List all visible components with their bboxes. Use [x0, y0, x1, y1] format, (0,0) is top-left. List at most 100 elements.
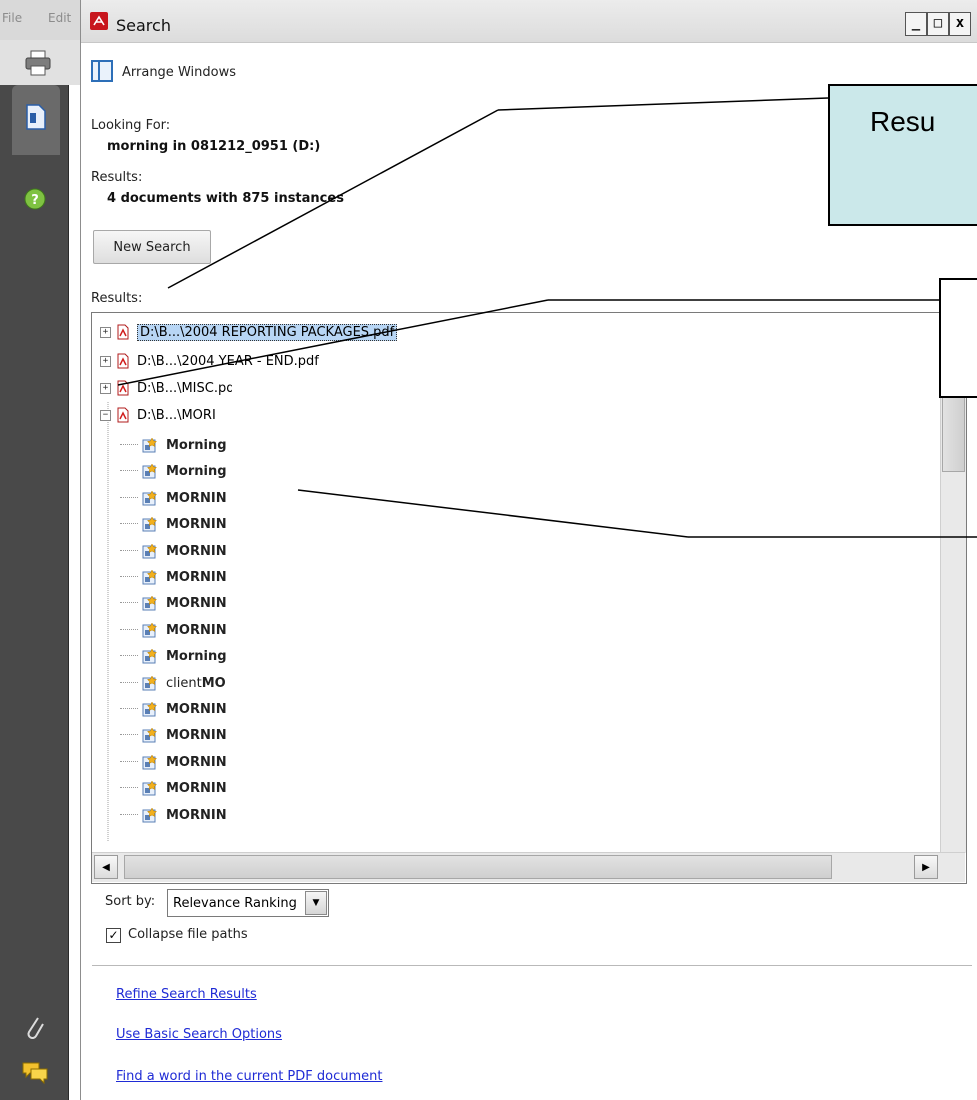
looking-for-value: morning in 081212_0951 (D:)	[107, 139, 321, 154]
svg-text:?: ?	[31, 193, 39, 208]
search-hit-icon	[142, 516, 158, 532]
search-hit-icon	[142, 622, 158, 638]
search-hit-text[interactable]: Morning	[166, 438, 227, 453]
search-hit-row[interactable]: MORNIN	[120, 804, 227, 826]
search-hit-icon	[142, 648, 158, 664]
search-hit-text[interactable]: Morning	[166, 464, 227, 479]
tree-connector	[120, 787, 138, 789]
search-hit-row[interactable]: Morning	[120, 460, 227, 482]
search-hit-icon	[142, 754, 158, 770]
search-hit-row[interactable]: MORNIN	[120, 751, 227, 773]
search-hit-text[interactable]: MORNIN	[166, 596, 227, 611]
chevron-down-icon[interactable]: ▼	[305, 891, 327, 915]
tree-connector	[120, 444, 138, 446]
menu-edit[interactable]: Edit	[48, 11, 71, 25]
refine-search-link[interactable]: Refine Search Results	[116, 987, 257, 1002]
search-hit-row[interactable]: MORNIN	[120, 540, 227, 562]
pdf-file-icon	[117, 407, 129, 423]
find-word-link[interactable]: Find a word in the current PDF document	[116, 1069, 382, 1084]
search-hit-row[interactable]: MORNIN	[120, 487, 227, 509]
search-hit-text[interactable]: MORNIN	[166, 623, 227, 638]
document-path[interactable]: D:\B...\2004 YEAR - END.pdf	[137, 354, 319, 369]
search-hit-icon	[142, 807, 158, 823]
divider	[92, 965, 972, 966]
search-hit-text[interactable]: MORNIN	[166, 728, 227, 743]
tree-connector	[120, 576, 138, 578]
tree-row-document[interactable]: + D:\B...\2004 YEAR - END.pdf	[100, 350, 319, 372]
search-hit-text[interactable]: MORNIN	[166, 570, 227, 585]
expand-icon[interactable]: +	[100, 382, 111, 394]
tree-row-document[interactable]: + D:\B...\2004 REPORTING PACKAGES.pdf	[100, 321, 398, 343]
print-icon[interactable]	[22, 48, 54, 78]
search-hit-icon	[142, 437, 158, 453]
search-hit-row[interactable]: Morning	[120, 645, 227, 667]
maximize-button[interactable]: □	[927, 12, 949, 36]
results-tree-label: Results:	[91, 291, 143, 306]
annotation-callout-box	[939, 278, 977, 398]
search-hit-text[interactable]: MORNIN	[166, 702, 227, 717]
attachment-icon[interactable]	[20, 1010, 48, 1044]
tree-connector	[120, 708, 138, 710]
search-hit-text[interactable]: MORNIN	[166, 808, 227, 823]
collapse-icon[interactable]: −	[100, 409, 111, 421]
document-path[interactable]: D:\B...\MISC.pdf	[137, 381, 239, 396]
search-hit-text[interactable]: MORNIN	[166, 781, 227, 796]
search-hit-icon	[142, 675, 158, 691]
tree-connector	[120, 602, 138, 604]
search-hit-row[interactable]: MORNIN	[120, 592, 227, 614]
scroll-right-icon[interactable]: ▶	[914, 855, 938, 879]
pages-icon[interactable]	[22, 100, 50, 134]
search-hit-row[interactable]: client MO	[120, 672, 226, 694]
tree-connector	[120, 523, 138, 525]
left-navigation-panel	[0, 85, 69, 1100]
search-hit-icon	[142, 701, 158, 717]
search-hit-text[interactable]: Morning	[166, 649, 227, 664]
search-hit-row[interactable]: MORNIN	[120, 513, 227, 535]
search-hit-icon	[142, 569, 158, 585]
minimize-button[interactable]: _	[905, 12, 927, 36]
expand-icon[interactable]: +	[100, 355, 111, 367]
acrobat-logo-icon	[90, 12, 108, 30]
arrange-windows-icon[interactable]	[91, 60, 113, 82]
search-hit-row[interactable]: MORNIN	[120, 619, 227, 641]
search-hit-row[interactable]: Morning	[120, 434, 227, 456]
collapse-file-paths-label[interactable]: Collapse file paths	[128, 927, 248, 942]
menu-file[interactable]: File	[2, 11, 22, 25]
expand-icon[interactable]: +	[100, 326, 111, 338]
tree-connector	[120, 682, 138, 684]
arrange-windows-label[interactable]: Arrange Windows	[122, 65, 236, 80]
search-hit-text[interactable]: MORNIN	[166, 755, 227, 770]
tree-connector	[120, 761, 138, 763]
comments-icon[interactable]	[20, 1060, 50, 1086]
search-hit-icon	[142, 780, 158, 796]
title-bar	[81, 0, 977, 43]
pdf-file-icon	[117, 380, 129, 396]
redaction-overlay	[232, 373, 950, 847]
sort-by-select[interactable]: Relevance Ranking ▼	[167, 889, 329, 917]
document-path[interactable]: D:\B...\MORI	[137, 408, 216, 423]
search-hit-text[interactable]: MORNIN	[166, 491, 227, 506]
tree-connector	[120, 655, 138, 657]
document-path[interactable]: D:\B...\2004 REPORTING PACKAGES.pdf	[137, 323, 398, 341]
search-hit-text[interactable]: MORNIN	[166, 517, 227, 532]
basic-search-options-link[interactable]: Use Basic Search Options	[116, 1027, 282, 1042]
tree-connector	[120, 814, 138, 816]
search-hit-row[interactable]: MORNIN	[120, 724, 227, 746]
search-hit-row[interactable]: MORNIN	[120, 566, 227, 588]
horizontal-scroll-thumb[interactable]	[124, 855, 832, 879]
sort-by-value[interactable]: Relevance Ranking	[168, 896, 305, 911]
search-hit-row[interactable]: MORNIN	[120, 698, 227, 720]
search-hit-row[interactable]: MORNIN	[120, 777, 227, 799]
search-hit-icon	[142, 490, 158, 506]
tree-row-document[interactable]: − D:\B...\MORI	[100, 404, 216, 426]
search-hit-text[interactable]: MORNIN	[166, 544, 227, 559]
collapse-file-paths-checkbox[interactable]: ✓	[106, 928, 121, 943]
close-button[interactable]: x	[949, 12, 971, 36]
search-hit-text[interactable]: MO	[202, 676, 226, 691]
new-search-button[interactable]: New Search	[93, 230, 211, 264]
host-menubar: File Edit	[0, 0, 80, 41]
help-icon[interactable]: ?	[22, 186, 48, 212]
scroll-left-icon[interactable]: ◀	[94, 855, 118, 879]
tree-connector	[120, 629, 138, 631]
tree-row-document[interactable]: + D:\B...\MISC.pdf	[100, 377, 239, 399]
